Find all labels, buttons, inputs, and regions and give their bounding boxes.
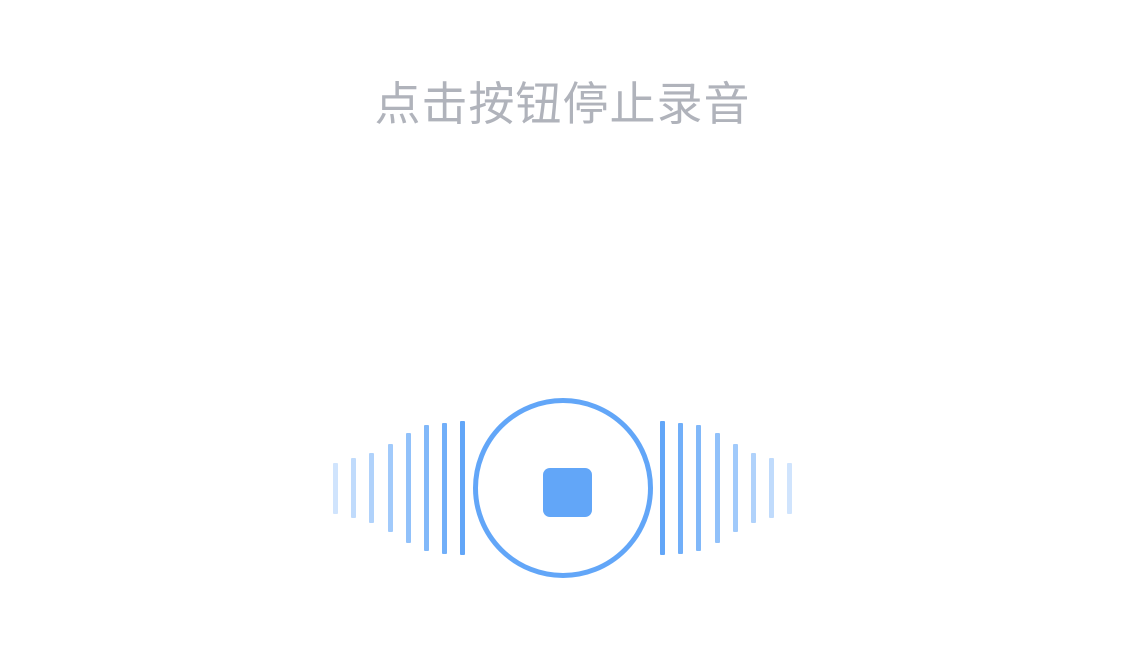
stop-square-icon	[543, 468, 592, 517]
waveform-bar	[751, 453, 756, 523]
waveform-bar	[769, 458, 775, 518]
waveform-bar	[787, 462, 793, 514]
waveform-bar	[732, 444, 738, 532]
stop-recording-button[interactable]	[473, 398, 653, 578]
waveform-bar	[696, 425, 702, 551]
waveform-bar	[660, 421, 665, 555]
waveform-bar	[678, 422, 684, 554]
waveform-bar	[714, 433, 720, 543]
